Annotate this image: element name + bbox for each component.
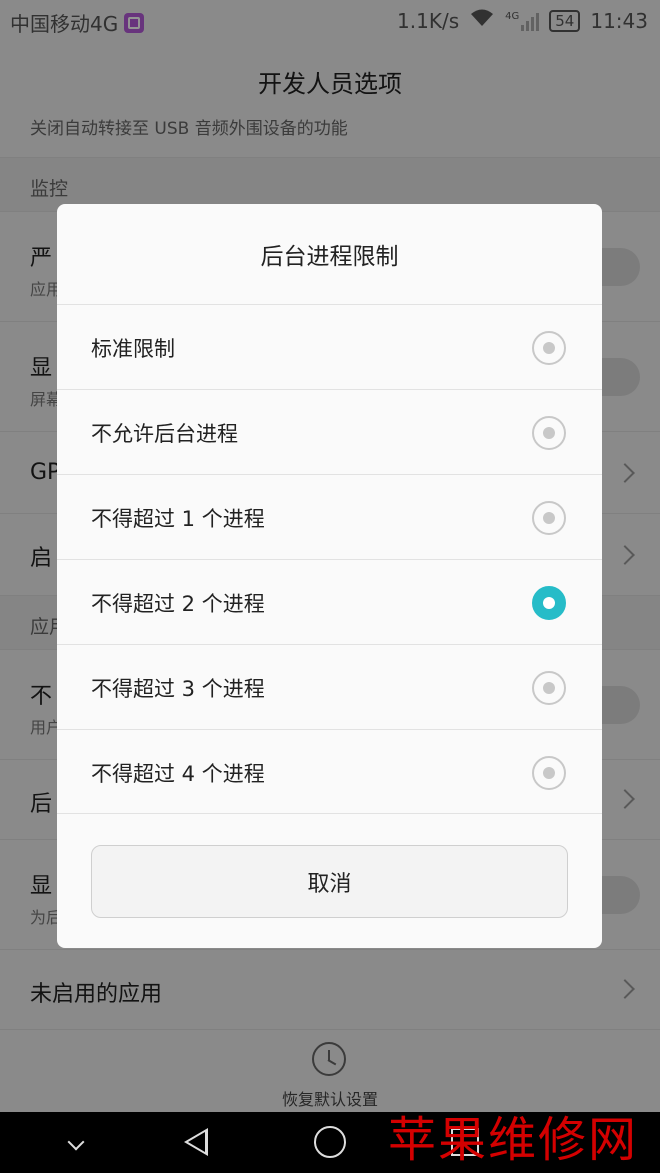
background-process-limit-dialog: 后台进程限制 标准限制 不允许后台进程 不得超过 1 个进程 不得超过 2 个进… (57, 204, 602, 948)
radio-button[interactable] (532, 416, 566, 450)
option-max-1[interactable]: 不得超过 1 个进程 (57, 474, 602, 559)
option-label: 标准限制 (91, 337, 175, 361)
option-max-3[interactable]: 不得超过 3 个进程 (57, 644, 602, 729)
dialog-options-list: 标准限制 不允许后台进程 不得超过 1 个进程 不得超过 2 个进程 不得超过 … (57, 304, 602, 814)
watermark: 苹果维修网 (387, 1112, 638, 1168)
radio-button-selected[interactable] (532, 586, 566, 620)
home-icon[interactable] (314, 1126, 346, 1158)
option-label: 不得超过 1 个进程 (91, 507, 265, 531)
dialog-title: 后台进程限制 (260, 244, 399, 270)
option-label: 不得超过 3 个进程 (91, 677, 265, 701)
option-label: 不得超过 2 个进程 (91, 592, 265, 616)
option-max-4[interactable]: 不得超过 4 个进程 (57, 729, 602, 814)
cancel-button[interactable]: 取消 (91, 845, 568, 918)
option-standard-limit[interactable]: 标准限制 (57, 304, 602, 389)
hide-nav-icon[interactable] (67, 1133, 85, 1151)
radio-button[interactable] (532, 671, 566, 705)
option-max-2[interactable]: 不得超过 2 个进程 (57, 559, 602, 644)
option-label: 不允许后台进程 (91, 422, 238, 446)
option-label: 不得超过 4 个进程 (91, 762, 265, 786)
radio-button[interactable] (532, 331, 566, 365)
radio-button[interactable] (532, 756, 566, 790)
back-icon[interactable] (184, 1128, 208, 1156)
option-no-background[interactable]: 不允许后台进程 (57, 389, 602, 474)
radio-button[interactable] (532, 501, 566, 535)
